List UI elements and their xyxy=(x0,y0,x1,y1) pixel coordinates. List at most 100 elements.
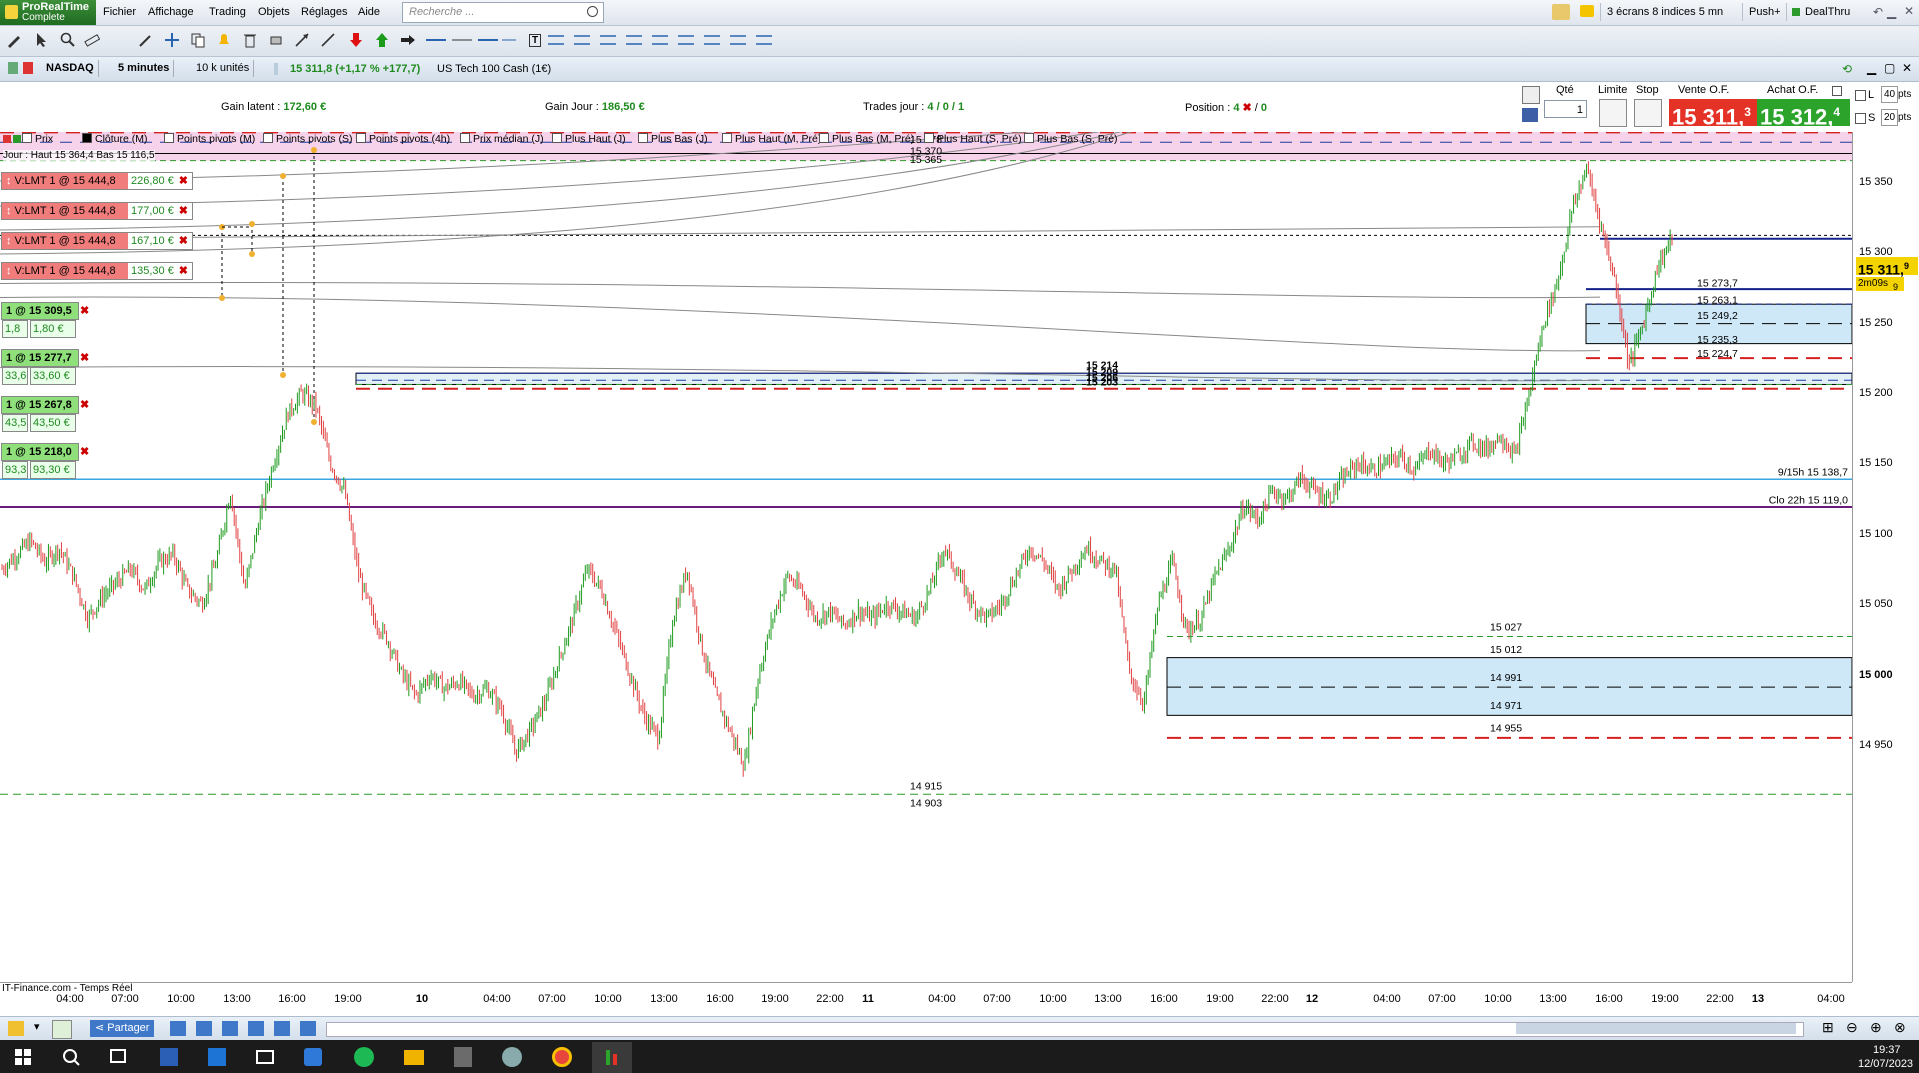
menu-objets[interactable]: Objets xyxy=(258,6,290,18)
folder-icon[interactable] xyxy=(256,1050,274,1064)
arrow-down-red-icon[interactable] xyxy=(348,32,364,48)
indicator-toggle[interactable]: Plus Bas (J) xyxy=(638,133,708,145)
push-button[interactable]: Push+ xyxy=(1742,3,1781,21)
indicator-checkbox[interactable] xyxy=(552,133,562,143)
indicator-checkbox[interactable] xyxy=(263,133,273,143)
search-input[interactable]: Recherche ... xyxy=(402,2,604,23)
store-icon[interactable] xyxy=(208,1048,226,1066)
remove-indicator-icon[interactable] xyxy=(3,135,11,143)
cancel-order-icon[interactable]: ✖ xyxy=(179,263,188,279)
indicator-toggle[interactable]: Plus Bas (M, Pré) xyxy=(819,133,914,145)
trend-line-icon[interactable] xyxy=(320,32,336,48)
sell-button[interactable]: 15 311,3 xyxy=(1669,99,1762,129)
indicator-toggle[interactable]: Prix xyxy=(22,133,53,145)
chart-type-icon[interactable] xyxy=(8,62,18,74)
chrome-icon[interactable] xyxy=(552,1047,572,1067)
position-tag[interactable]: 1 @ 15 267,8 xyxy=(1,396,79,414)
price-chart[interactable]: 15 38515 37815 37015 36515 273,715 263,1… xyxy=(0,132,1852,982)
close-icon[interactable]: ✕ xyxy=(1904,4,1914,18)
zoom-out-icon[interactable]: ⊖ xyxy=(1846,1019,1858,1036)
dropdown-icon[interactable]: ▾ xyxy=(34,1020,40,1033)
eraser-icon[interactable] xyxy=(268,32,284,48)
indicator-toggle[interactable]: Plus Haut (J) xyxy=(552,133,626,145)
close-position-icon[interactable]: ✖ xyxy=(80,398,89,411)
buy-button[interactable]: 15 312,4 xyxy=(1757,99,1850,129)
indicator-checkbox[interactable] xyxy=(82,133,92,143)
indicator-checkbox[interactable] xyxy=(22,133,32,143)
indicator-toggle[interactable]: Plus Bas (S, Pré) xyxy=(1024,133,1118,145)
add-indicator-icon[interactable] xyxy=(13,135,21,143)
layout-selector[interactable]: 3 écrans 8 indices 5 mn xyxy=(1600,3,1723,21)
arrow-up-green-icon[interactable] xyxy=(374,32,390,48)
move-icon[interactable] xyxy=(164,32,180,48)
indicator-toggle[interactable]: Points pivots (S) xyxy=(263,133,352,145)
paint-icon[interactable] xyxy=(502,1047,522,1067)
info-icon[interactable] xyxy=(274,63,278,75)
back-icon[interactable]: ↶ xyxy=(1873,5,1883,19)
zoom-reset-icon[interactable]: ⊗ xyxy=(1894,1019,1906,1036)
indicator-toggle[interactable]: Clôture (M) xyxy=(82,133,148,145)
alert-icon[interactable] xyxy=(23,62,33,74)
position-tag[interactable]: 1 @ 15 277,7 xyxy=(1,349,79,367)
arrow-diagonal-icon[interactable] xyxy=(294,32,310,48)
close-position-icon[interactable]: ✖ xyxy=(80,351,89,364)
keyboard-icon[interactable] xyxy=(1522,108,1538,122)
sell-limit-order[interactable]: ↕ V:LMT 1 @ 15 444,8 177,00 € ✖ xyxy=(1,202,193,220)
task-view-icon[interactable] xyxy=(110,1049,126,1063)
menu-trading[interactable]: Trading xyxy=(209,6,246,18)
indicator-checkbox[interactable] xyxy=(164,133,174,143)
market-selector[interactable]: NASDAQ xyxy=(42,60,99,77)
drag-handle-icon[interactable]: ↕ xyxy=(6,175,12,187)
calculator-icon[interactable] xyxy=(454,1047,472,1067)
indicator-checkbox[interactable] xyxy=(638,133,648,143)
indicator-toggle[interactable]: Plus Haut (M, Pré) xyxy=(722,133,821,145)
pen-chart-icon[interactable] xyxy=(1552,4,1570,20)
indicator-checkbox[interactable] xyxy=(1024,133,1034,143)
windows-start-icon[interactable] xyxy=(15,1049,31,1065)
text-tool-icon[interactable]: T xyxy=(529,34,542,47)
sell-limit-order[interactable]: ↕ V:LMT 1 @ 15 444,8 135,30 € ✖ xyxy=(1,262,193,280)
drag-handle-icon[interactable]: ↕ xyxy=(6,265,12,277)
indicator-checkbox[interactable] xyxy=(924,133,934,143)
cancel-order-icon[interactable]: ✖ xyxy=(179,173,188,189)
indicator-checkbox[interactable] xyxy=(819,133,829,143)
close-position-icon[interactable]: ✖ xyxy=(80,304,89,317)
trash-icon[interactable] xyxy=(242,32,258,48)
calendar-icon[interactable] xyxy=(304,1048,322,1066)
indicator-toggle[interactable]: Prix médian (J) xyxy=(460,133,544,145)
l-points-input[interactable]: 40 xyxy=(1881,86,1898,103)
cursor-icon[interactable] xyxy=(34,32,50,48)
indicator-toggle[interactable]: Plus Haut (S, Pré) xyxy=(924,133,1022,145)
qty-input[interactable]: 1 xyxy=(1544,100,1587,118)
sell-limit-order[interactable]: ↕ V:LMT 1 @ 15 444,8 226,80 € ✖ xyxy=(1,172,193,190)
line-tools-icon[interactable] xyxy=(426,32,516,48)
zoom-in-icon[interactable]: ⊕ xyxy=(1870,1019,1882,1036)
close-position-icon[interactable]: ✖ xyxy=(80,445,89,458)
layout-icons[interactable] xyxy=(170,1021,320,1036)
minimize-icon[interactable]: ▁ xyxy=(1887,5,1896,19)
limit-button[interactable] xyxy=(1599,99,1627,127)
copy-icon[interactable] xyxy=(190,32,206,48)
word-icon[interactable] xyxy=(160,1048,178,1066)
indicator-checkbox[interactable] xyxy=(460,133,470,143)
scrollbar-thumb[interactable] xyxy=(1516,1023,1796,1034)
fibonacci-tools-icon[interactable] xyxy=(548,32,878,48)
ticket-checkbox[interactable] xyxy=(1832,86,1842,96)
pen-icon[interactable] xyxy=(8,1021,24,1036)
minimize-window-icon[interactable]: ▁ xyxy=(1867,61,1876,75)
magic-wand-icon[interactable] xyxy=(138,32,154,48)
drag-handle-icon[interactable]: ↕ xyxy=(6,205,12,217)
menu-aide[interactable]: Aide xyxy=(358,6,380,18)
timeframe-selector[interactable]: 5 minutes xyxy=(114,60,175,77)
cancel-order-icon[interactable]: ✖ xyxy=(179,203,188,219)
bell-icon[interactable] xyxy=(216,32,232,48)
refresh-icon[interactable]: ⟲ xyxy=(1842,62,1852,76)
units-selector[interactable]: 10 k unités xyxy=(192,60,255,77)
pencil-icon[interactable] xyxy=(6,32,22,48)
ruler-icon[interactable] xyxy=(84,32,100,48)
cancel-order-icon[interactable]: ✖ xyxy=(179,233,188,249)
time-axis[interactable]: 04:00 07:00 10:00 13:00 16:00 19:00 10 04:00 07:… xyxy=(0,982,1852,1017)
maximize-window-icon[interactable]: ▢ xyxy=(1884,61,1895,75)
position-tag[interactable]: 1 @ 15 309,5 xyxy=(1,302,79,320)
menu-fichier[interactable]: Fichier xyxy=(103,6,136,18)
